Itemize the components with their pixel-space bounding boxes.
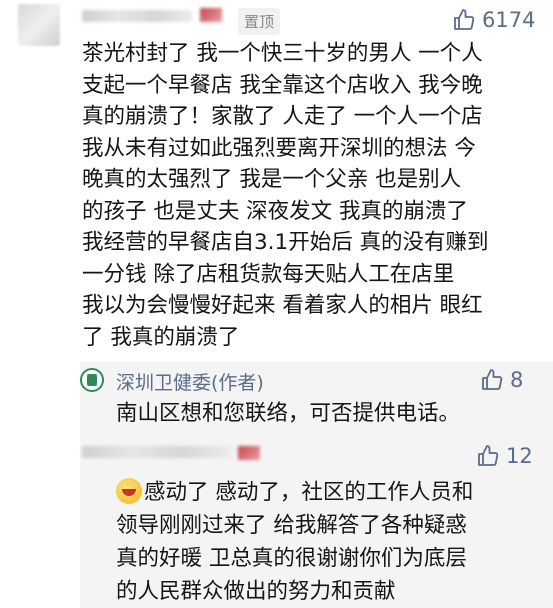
comment-text: 茶光村封了 我一个快三十岁的男人 一个人 支起一个早餐店 我全靠这个店收入 我今晚… — [82, 38, 489, 353]
like-count: 8 — [510, 368, 524, 392]
comment-line: 了 我真的崩溃了 — [82, 324, 240, 350]
avatar[interactable] — [18, 4, 60, 46]
comment-line: 晚真的太强烈了 我是一个父亲 也是别人 — [82, 167, 462, 192]
thumbs-up-icon — [478, 445, 499, 466]
comment-line: 茶光村封了 我一个快三十岁的男人 一个人 — [82, 41, 483, 66]
pinned-badge: 置顶 — [238, 8, 281, 35]
like-button[interactable]: 12 — [476, 444, 533, 468]
comment-line: 一分钱 除了店租货款每天贴人工在店里 — [82, 261, 455, 287]
like-button[interactable]: 6174 — [452, 8, 535, 32]
commenter-name[interactable] — [82, 446, 232, 458]
crying-emoji-icon — [116, 478, 142, 504]
author-name[interactable]: 深圳卫健委(作者) — [116, 368, 264, 395]
like-count: 6174 — [482, 8, 536, 32]
commenter-name[interactable] — [82, 10, 192, 22]
author-avatar[interactable] — [80, 368, 104, 392]
comment-line: 的孩子 也是丈夫 深夜发文 我真的崩溃了 — [82, 198, 469, 224]
author-reply-text: 南山区想和您联络，可否提供电话。 — [116, 401, 461, 426]
comment-line: 我经营的早餐店自3.1开始后 真的没有赚到 — [82, 230, 489, 255]
comment-line: 真的崩溃了！家散了 人走了 一个人一个店 — [82, 104, 483, 129]
comment-line: 支起一个早餐店 我全靠这个店收入 我今晚 — [82, 72, 483, 98]
thumbs-up-icon — [454, 9, 475, 30]
logo-icon — [87, 374, 97, 386]
user-badge — [238, 446, 260, 460]
like-count: 12 — [506, 444, 533, 468]
user-badge — [200, 8, 222, 22]
reply-text: 感动了 感动了，社区的工作人员和 领导刚刚过来了 给我解答了各种疑惑 真的好暖 … — [116, 478, 474, 604]
comment-line: 我从未有过如此强烈要离开深圳的想法 今 — [82, 135, 476, 161]
thumbs-up-icon — [482, 369, 503, 390]
comment-line: 我以为会慢慢好起来 看着家人的相片 眼红 — [82, 293, 483, 318]
like-button[interactable]: 8 — [480, 368, 523, 392]
